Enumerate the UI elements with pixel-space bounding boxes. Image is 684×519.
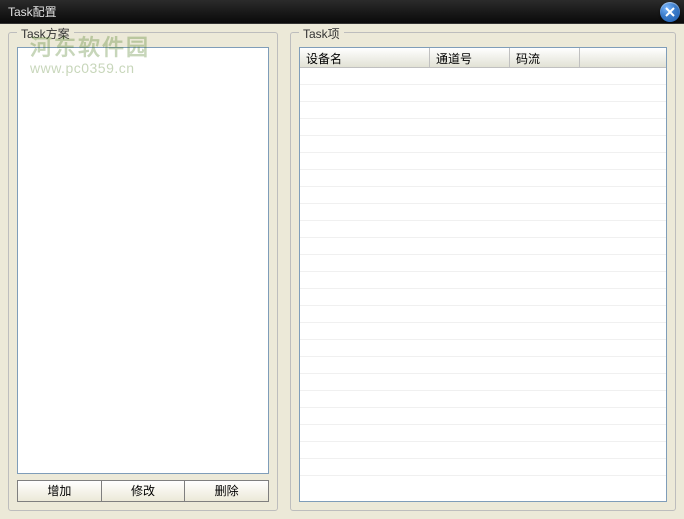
table-row[interactable] — [300, 221, 666, 238]
table-row[interactable] — [300, 459, 666, 476]
task-item-table[interactable]: 设备名 通道号 码流 — [299, 47, 667, 502]
button-row: 增加 修改 删除 — [17, 480, 269, 502]
table-header: 设备名 通道号 码流 — [300, 48, 666, 68]
table-row[interactable] — [300, 68, 666, 85]
table-row[interactable] — [300, 306, 666, 323]
table-row[interactable] — [300, 425, 666, 442]
table-body[interactable] — [300, 68, 666, 501]
table-row[interactable] — [300, 408, 666, 425]
table-row[interactable] — [300, 119, 666, 136]
table-row[interactable] — [300, 204, 666, 221]
col-blank[interactable] — [580, 48, 666, 67]
table-row[interactable] — [300, 442, 666, 459]
table-row[interactable] — [300, 136, 666, 153]
table-row[interactable] — [300, 374, 666, 391]
task-item-group: Task项 设备名 通道号 码流 — [290, 32, 676, 511]
task-scheme-group: Task方案 增加 修改 删除 — [8, 32, 278, 511]
task-scheme-label: Task方案 — [17, 25, 74, 42]
window-title: Task配置 — [8, 3, 57, 20]
titlebar: Task配置 — [0, 0, 684, 24]
col-channel-number[interactable]: 通道号 — [430, 48, 510, 67]
table-row[interactable] — [300, 340, 666, 357]
table-row[interactable] — [300, 357, 666, 374]
add-button[interactable]: 增加 — [17, 480, 102, 502]
edit-button[interactable]: 修改 — [102, 480, 186, 502]
table-row[interactable] — [300, 323, 666, 340]
table-row[interactable] — [300, 255, 666, 272]
table-row[interactable] — [300, 238, 666, 255]
task-scheme-list[interactable] — [17, 47, 269, 474]
table-row[interactable] — [300, 272, 666, 289]
task-item-label: Task项 — [299, 25, 344, 42]
table-row[interactable] — [300, 153, 666, 170]
table-row[interactable] — [300, 102, 666, 119]
table-row[interactable] — [300, 170, 666, 187]
table-row[interactable] — [300, 391, 666, 408]
col-device-name[interactable]: 设备名 — [300, 48, 430, 67]
content-area: 河东软件园 www.pc0359.cn Task方案 增加 修改 删除 Task… — [0, 24, 684, 519]
close-icon — [665, 7, 675, 17]
col-stream[interactable]: 码流 — [510, 48, 580, 67]
close-button[interactable] — [660, 2, 680, 22]
table-row[interactable] — [300, 85, 666, 102]
table-row[interactable] — [300, 187, 666, 204]
delete-button[interactable]: 删除 — [185, 480, 269, 502]
table-row[interactable] — [300, 289, 666, 306]
